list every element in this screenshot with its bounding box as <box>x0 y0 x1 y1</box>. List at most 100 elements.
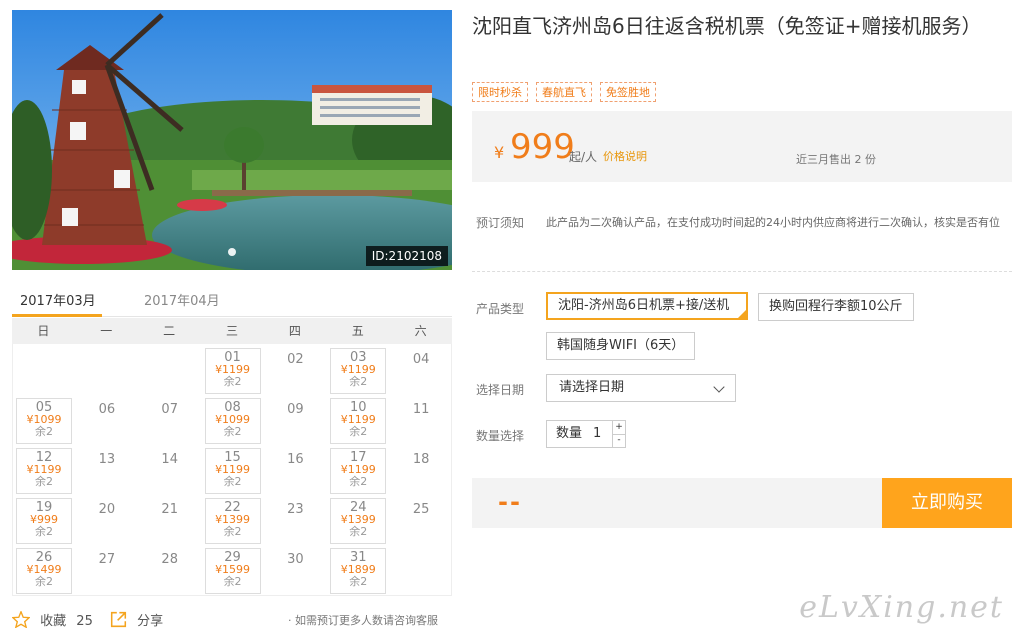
calendar-day-remaining: 余2 <box>349 375 368 388</box>
product-type-option-label: 沈阳-济州岛6日机票+接/送机 <box>558 298 730 313</box>
quantity-stepper: 数量 1 + - <box>546 420 626 448</box>
product-title: 沈阳直飞济州岛6日往返含税机票（免签证+赠接机服务） <box>472 14 982 38</box>
star-icon <box>11 609 31 629</box>
calendar-day-remaining: 余2 <box>35 425 53 438</box>
calendar-day: 06 <box>76 396 138 446</box>
windmill-photo <box>12 10 452 270</box>
calendar-day-remaining: 余2 <box>35 525 53 538</box>
quantity-plus-button[interactable]: + <box>612 421 625 435</box>
calendar-day-available[interactable]: 15 ¥1199 余2 <box>202 446 264 496</box>
calendar-day: 28 <box>139 546 201 596</box>
weekday-fri: 五 <box>351 324 364 338</box>
calendar-day-remaining: 余2 <box>349 575 368 588</box>
product-photo[interactable]: ID:2102108 <box>12 10 452 270</box>
tag-flash-sale: 限时秒杀 <box>472 82 528 102</box>
favorite-count: 25 <box>76 614 93 629</box>
calendar-day-number: 27 <box>98 552 116 567</box>
calendar-day: 25 <box>390 496 452 546</box>
calendar-day-remaining: 余2 <box>349 525 368 538</box>
booking-notice-label: 预订须知 <box>476 216 525 230</box>
currency-symbol: ¥ <box>494 143 505 162</box>
calendar-day-remaining: 余2 <box>349 425 368 438</box>
calendar-day-available[interactable]: 19 ¥999 余2 <box>13 496 75 546</box>
calendar-weekday-header: 日 一 二 三 四 五 六 <box>12 318 452 344</box>
tag-list: 限时秒杀 春航直飞 免签胜地 <box>472 81 664 102</box>
calendar-day-remaining: 余2 <box>35 575 53 588</box>
calendar-day-number: 06 <box>98 402 116 417</box>
calendar-day-remaining: 余2 <box>223 475 242 488</box>
calendar-day-remaining: 余2 <box>223 375 242 388</box>
calendar-day-number: 23 <box>287 502 304 517</box>
calendar-day-remaining: 余2 <box>35 475 53 488</box>
calendar-day: 11 <box>390 396 452 446</box>
month-tab-march[interactable]: 2017年03月 <box>20 290 96 309</box>
carousel-dot[interactable] <box>228 248 236 256</box>
calendar-day-available[interactable]: 22 ¥1399 余2 <box>202 496 264 546</box>
buy-now-button[interactable]: 立即购买 <box>882 478 1012 528</box>
product-type-option-baggage[interactable]: 换购回程行李额10公斤 <box>758 293 914 321</box>
calendar-day-number: 21 <box>161 502 178 517</box>
calendar-day-remaining: 余2 <box>223 525 242 538</box>
total-price: -- <box>498 488 522 516</box>
calendar-day-number: 07 <box>161 402 178 417</box>
product-type-label: 产品类型 <box>476 302 525 316</box>
price-panel: ¥ 999 起/人 价格说明 近三月售出 2 份 <box>472 111 1012 182</box>
calendar-day-available[interactable]: 08 ¥1099 余2 <box>202 396 264 446</box>
month-tab-april[interactable]: 2017年04月 <box>144 290 220 309</box>
quantity-prefix: 数量 <box>556 426 583 441</box>
calendar-day-number: 16 <box>287 452 304 467</box>
calendar-day: 30 <box>264 546 326 596</box>
quantity-value[interactable]: 1 <box>593 421 601 447</box>
date-select[interactable]: 请选择日期 <box>546 374 736 402</box>
calendar-day-number: 11 <box>412 402 430 417</box>
calendar-day: 23 <box>264 496 326 546</box>
tag-direct-flight: 春航直飞 <box>536 82 592 102</box>
calendar-day-available[interactable]: 31 ¥1899 余2 <box>327 546 389 596</box>
calendar-day-number: 25 <box>412 502 430 517</box>
favorite-button[interactable]: 收藏 25 <box>11 609 93 629</box>
section-divider <box>472 271 1012 272</box>
total-bar: -- <box>472 478 882 528</box>
calendar-day: 18 <box>390 446 452 496</box>
watermark: eLvXing.net <box>799 590 1004 625</box>
calendar-day-available[interactable]: 05 ¥1099 余2 <box>13 396 75 446</box>
price-explanation-link[interactable]: 价格说明 <box>603 148 647 164</box>
calendar-day-available[interactable]: 24 ¥1399 余2 <box>327 496 389 546</box>
calendar-day-number: 14 <box>161 452 178 467</box>
calendar-day-available[interactable]: 01 ¥1199 余2 <box>202 346 264 396</box>
calendar-day: 02 <box>264 346 326 396</box>
date-label: 选择日期 <box>476 383 525 397</box>
calendar-day-remaining: 余2 <box>349 475 368 488</box>
calendar-day-available[interactable]: 10 ¥1199 余2 <box>327 396 389 446</box>
calendar-day-available[interactable]: 03 ¥1199 余2 <box>327 346 389 396</box>
weekday-mon: 一 <box>100 324 113 338</box>
calendar-day-number: 30 <box>287 552 304 567</box>
product-type-option-wifi[interactable]: 韩国随身WIFI（6天） <box>546 332 696 360</box>
calendar-day-number: 20 <box>98 502 116 517</box>
sold-count: 近三月售出 2 份 <box>796 153 876 166</box>
price-value: 999 <box>510 127 575 167</box>
price-unit: 起/人 <box>569 150 598 164</box>
share-button[interactable]: 分享 <box>110 610 163 629</box>
calendar-day-available[interactable]: 29 ¥1599 余2 <box>202 546 264 596</box>
chevron-down-icon <box>713 381 725 393</box>
calendar-day: 14 <box>139 446 201 496</box>
calendar-day: 21 <box>139 496 201 546</box>
calendar-day-available[interactable]: 17 ¥1199 余2 <box>327 446 389 496</box>
calendar-day: 09 <box>264 396 326 446</box>
consult-note[interactable]: · 如需预订更多人数请咨询客服 <box>288 612 438 628</box>
calendar-day-available[interactable]: 26 ¥1499 余2 <box>13 546 75 596</box>
quantity-label: 数量选择 <box>476 429 525 443</box>
share-icon <box>110 611 127 628</box>
calendar-day-remaining: 余2 <box>223 425 242 438</box>
share-label: 分享 <box>137 614 164 629</box>
calendar-day: 13 <box>76 446 138 496</box>
quantity-minus-button[interactable]: - <box>612 434 625 447</box>
calendar-day-available[interactable]: 12 ¥1199 余2 <box>13 446 75 496</box>
booking-notice-text: 此产品为二次确认产品，在支付成功时间起的24小时内供应商将进行二次确认，核实是否… <box>546 216 1000 229</box>
calendar-grid: 01 ¥1199 余2 02 03 ¥1199 余2 04 05 ¥1099 余2 06 07 08 ¥10… <box>12 344 452 596</box>
favorite-label: 收藏 <box>40 614 67 629</box>
calendar-day: 27 <box>76 546 138 596</box>
product-type-option-flight[interactable]: 沈阳-济州岛6日机票+接/送机 <box>546 292 748 320</box>
calendar-day-number: 04 <box>412 352 430 367</box>
